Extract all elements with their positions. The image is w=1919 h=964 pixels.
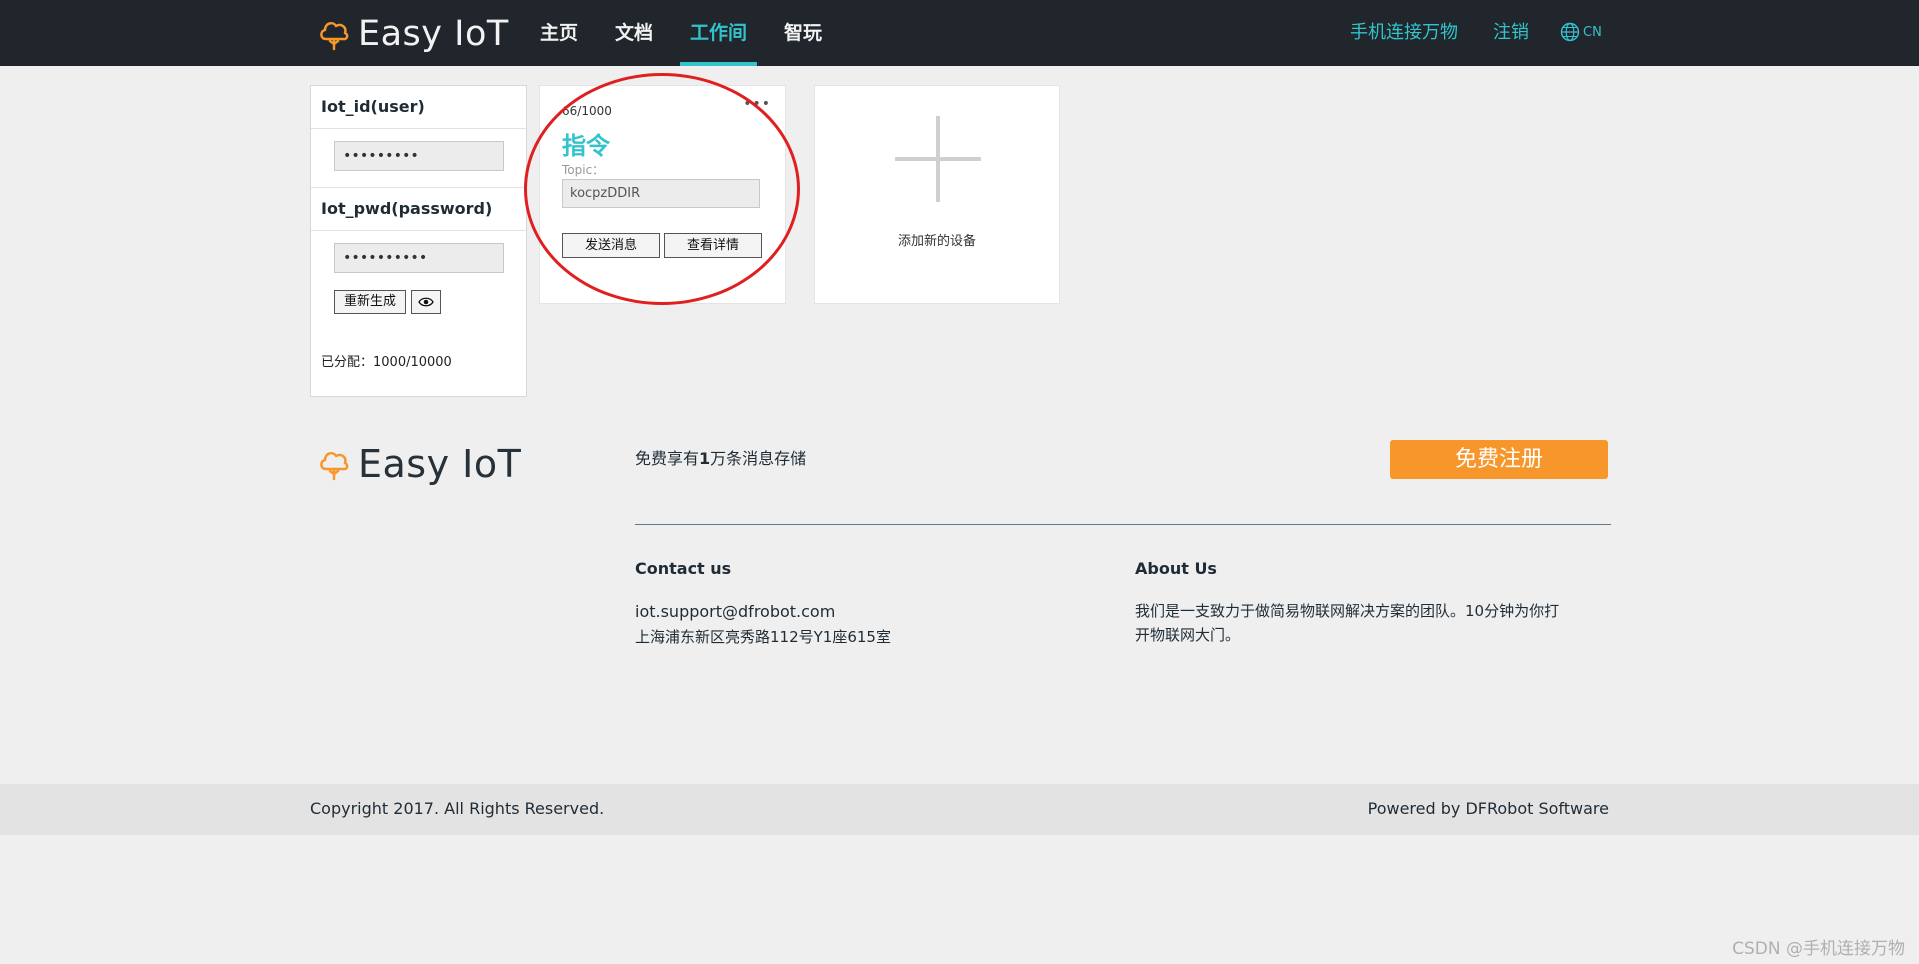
toggle-visibility-button[interactable] [411, 290, 441, 314]
cloud-tree-icon [320, 21, 349, 51]
iot-id-field[interactable]: ••••••••• [334, 141, 504, 171]
iot-pwd-label: Iot_pwd(password) [311, 187, 526, 231]
brand-name: Easy IoT [358, 14, 509, 54]
topic-field[interactable]: kocpzDDIR [562, 179, 760, 208]
credentials-panel: Iot_id(user) ••••••••• Iot_pwd(password)… [310, 85, 527, 397]
send-message-button[interactable]: 发送消息 [562, 233, 660, 258]
free-register-button[interactable]: 免费注册 [1390, 440, 1608, 479]
eye-icon [418, 297, 434, 307]
copyright-bar: Copyright 2017. All Rights Reserved. Pow… [0, 784, 1919, 835]
storage-promo-post: 万条消息存储 [710, 449, 807, 468]
cloud-tree-icon [320, 451, 349, 481]
contact-address: 上海浦东新区亮秀路112号Y1座615室 [635, 628, 891, 646]
nav-mobile-link[interactable]: 手机连接万物 [1350, 0, 1458, 66]
iot-id-row: ••••••••• [311, 129, 526, 187]
assigned-count: 已分配：1000/10000 [321, 355, 452, 370]
add-device-card[interactable]: 添加新的设备 [814, 85, 1060, 304]
brand-logo[interactable]: Easy IoT [318, 14, 509, 54]
iot-id-label: Iot_id(user) [311, 86, 526, 129]
copyright-text: Copyright 2017. All Rights Reserved. [310, 799, 605, 818]
watermark: CSDN @手机连接万物 [1732, 939, 1905, 959]
about-text-line2: 开物联网大门。 [1135, 626, 1241, 644]
footer-divider [635, 524, 1611, 525]
storage-promo-pre: 免费享有 [635, 449, 700, 468]
plus-icon [895, 116, 981, 202]
main-nav: 主页 文档 工作间 智玩 [530, 0, 849, 66]
topic-label: Topic： [562, 163, 605, 177]
about-text-line1: 我们是一支致力于做简易物联网解决方案的团队。10分钟为你打 [1135, 602, 1560, 620]
device-menu-icon[interactable]: ••• [743, 96, 771, 112]
iot-pwd-row: •••••••••• [311, 231, 526, 289]
about-title: About Us [1135, 559, 1217, 578]
device-message-count: 66/1000 [562, 104, 612, 118]
footer-logo: Easy IoT [318, 442, 521, 486]
device-card: 66/1000 ••• 指令 Topic： kocpzDDIR 发送消息 查看详… [539, 85, 786, 304]
storage-promo: 免费享有1万条消息存储 [635, 445, 806, 469]
view-details-button[interactable]: 查看详情 [664, 233, 762, 258]
footer-brand-name: Easy IoT [358, 442, 522, 486]
nav-home[interactable]: 主页 [530, 0, 588, 66]
iot-pwd-field[interactable]: •••••••••• [334, 243, 504, 273]
logout-link[interactable]: 注销 [1493, 0, 1529, 66]
nav-workspace[interactable]: 工作间 [680, 0, 758, 66]
globe-icon [1560, 22, 1580, 42]
storage-promo-number: 1 [699, 449, 711, 468]
contact-title: Contact us [635, 559, 732, 578]
top-nav: Easy IoT 主页 文档 工作间 智玩 手机连接万物 注销 CN [0, 0, 1919, 66]
add-device-label: 添加新的设备 [897, 234, 976, 249]
nav-docs[interactable]: 文档 [605, 0, 663, 66]
nav-play[interactable]: 智玩 [774, 0, 832, 66]
regenerate-button[interactable]: 重新生成 [334, 290, 406, 314]
device-name: 指令 [562, 132, 610, 160]
language-label: CN [1583, 24, 1602, 40]
powered-by-text: Powered by DFRobot Software [1367, 799, 1609, 818]
language-switch[interactable]: CN [1560, 22, 1602, 42]
contact-email[interactable]: iot.support@dfrobot.com [635, 602, 835, 621]
